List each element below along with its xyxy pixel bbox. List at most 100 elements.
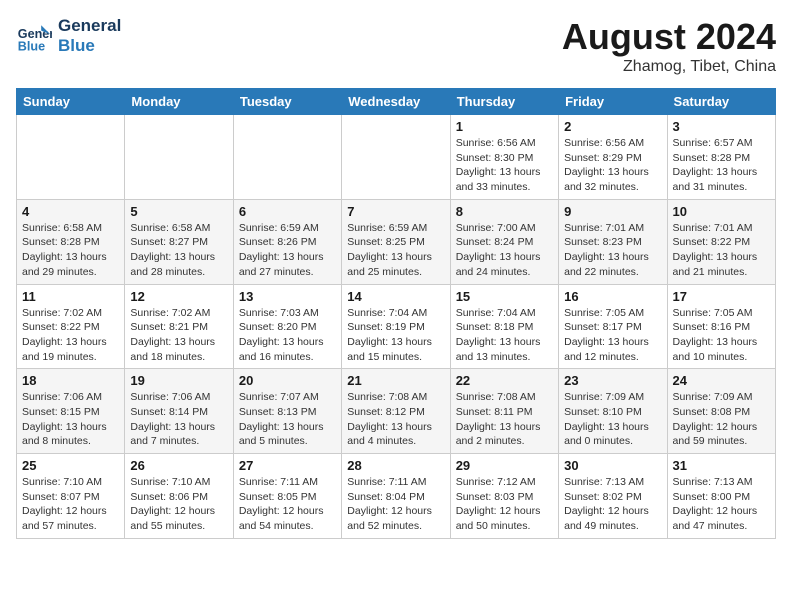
day-cell: 30 Sunrise: 7:13 AM Sunset: 8:02 PM Dayli… (559, 454, 667, 539)
day-detail: Sunrise: 7:08 AM Sunset: 8:11 PM Dayligh… (456, 390, 553, 449)
day-number: 14 (347, 289, 444, 304)
day-detail: Sunrise: 7:09 AM Sunset: 8:10 PM Dayligh… (564, 390, 661, 449)
day-cell: 31 Sunrise: 7:13 AM Sunset: 8:00 PM Dayli… (667, 454, 775, 539)
day-detail: Sunrise: 7:01 AM Sunset: 8:22 PM Dayligh… (673, 221, 770, 280)
day-cell: 19Sunrise: 7:06 AM Sunset: 8:14 PM Dayli… (125, 369, 233, 454)
day-detail: Sunrise: 7:05 AM Sunset: 8:16 PM Dayligh… (673, 306, 770, 365)
day-cell: 27Sunrise: 7:11 AM Sunset: 8:05 PM Dayli… (233, 454, 341, 539)
day-number: 23 (564, 373, 661, 388)
day-number: 16 (564, 289, 661, 304)
month-year-title: August 2024 (562, 16, 776, 58)
day-detail: Sunrise: 7:07 AM Sunset: 8:13 PM Dayligh… (239, 390, 336, 449)
day-number: 3 (673, 119, 770, 134)
header-thursday: Thursday (450, 89, 558, 115)
day-cell: 1 Sunrise: 6:56 AM Sunset: 8:30 PM Daylig… (450, 115, 558, 200)
day-cell: 2Sunrise: 6:56 AM Sunset: 8:29 PM Daylig… (559, 115, 667, 200)
day-cell: 26 Sunrise: 7:10 AM Sunset: 8:06 PM Dayli… (125, 454, 233, 539)
calendar-table: SundayMondayTuesdayWednesdayThursdayFrid… (16, 88, 776, 539)
day-cell: 4 Sunrise: 6:58 AM Sunset: 8:28 PM Daylig… (17, 199, 125, 284)
day-number: 2 (564, 119, 661, 134)
day-cell: 21Sunrise: 7:08 AM Sunset: 8:12 PM Dayli… (342, 369, 450, 454)
logo-blue: Blue (58, 36, 121, 56)
location-subtitle: Zhamog, Tibet, China (562, 58, 776, 76)
day-cell: 24 Sunrise: 7:09 AM Sunset: 8:08 PM Dayli… (667, 369, 775, 454)
day-number: 30 (564, 458, 661, 473)
day-number: 9 (564, 204, 661, 219)
day-number: 29 (456, 458, 553, 473)
day-number: 12 (130, 289, 227, 304)
day-cell: 14Sunrise: 7:04 AM Sunset: 8:19 PM Dayli… (342, 284, 450, 369)
day-cell: 28 Sunrise: 7:11 AM Sunset: 8:04 PM Dayli… (342, 454, 450, 539)
day-detail: Sunrise: 7:11 AM Sunset: 8:04 PM Dayligh… (347, 475, 444, 534)
logo-icon: General Blue (16, 18, 52, 54)
day-detail: Sunrise: 7:00 AM Sunset: 8:24 PM Dayligh… (456, 221, 553, 280)
week-row-3: 11Sunrise: 7:02 AM Sunset: 8:22 PM Dayli… (17, 284, 776, 369)
day-number: 8 (456, 204, 553, 219)
day-cell: 3 Sunrise: 6:57 AM Sunset: 8:28 PM Daylig… (667, 115, 775, 200)
day-number: 1 (456, 119, 553, 134)
day-detail: Sunrise: 7:09 AM Sunset: 8:08 PM Dayligh… (673, 390, 770, 449)
day-detail: Sunrise: 7:03 AM Sunset: 8:20 PM Dayligh… (239, 306, 336, 365)
day-cell (125, 115, 233, 200)
day-detail: Sunrise: 7:12 AM Sunset: 8:03 PM Dayligh… (456, 475, 553, 534)
week-row-4: 18 Sunrise: 7:06 AM Sunset: 8:15 PM Dayli… (17, 369, 776, 454)
day-cell: 11Sunrise: 7:02 AM Sunset: 8:22 PM Dayli… (17, 284, 125, 369)
day-cell: 22 Sunrise: 7:08 AM Sunset: 8:11 PM Dayli… (450, 369, 558, 454)
day-cell: 20 Sunrise: 7:07 AM Sunset: 8:13 PM Dayli… (233, 369, 341, 454)
page-header: General Blue General Blue August 2024 Zh… (16, 16, 776, 76)
day-number: 18 (22, 373, 119, 388)
day-number: 26 (130, 458, 227, 473)
day-number: 11 (22, 289, 119, 304)
header-sunday: Sunday (17, 89, 125, 115)
day-cell (233, 115, 341, 200)
day-number: 10 (673, 204, 770, 219)
day-cell: 12Sunrise: 7:02 AM Sunset: 8:21 PM Dayli… (125, 284, 233, 369)
day-detail: Sunrise: 6:59 AM Sunset: 8:26 PM Dayligh… (239, 221, 336, 280)
logo: General Blue General Blue (16, 16, 121, 57)
day-number: 5 (130, 204, 227, 219)
day-number: 17 (673, 289, 770, 304)
day-detail: Sunrise: 7:06 AM Sunset: 8:14 PM Dayligh… (130, 390, 227, 449)
calendar-header-row: SundayMondayTuesdayWednesdayThursdayFrid… (17, 89, 776, 115)
day-detail: Sunrise: 6:58 AM Sunset: 8:27 PM Dayligh… (130, 221, 227, 280)
week-row-1: 1 Sunrise: 6:56 AM Sunset: 8:30 PM Daylig… (17, 115, 776, 200)
day-number: 15 (456, 289, 553, 304)
day-number: 21 (347, 373, 444, 388)
day-detail: Sunrise: 7:13 AM Sunset: 8:00 PM Dayligh… (673, 475, 770, 534)
day-number: 31 (673, 458, 770, 473)
header-saturday: Saturday (667, 89, 775, 115)
day-detail: Sunrise: 7:06 AM Sunset: 8:15 PM Dayligh… (22, 390, 119, 449)
day-cell: 6 Sunrise: 6:59 AM Sunset: 8:26 PM Daylig… (233, 199, 341, 284)
day-number: 7 (347, 204, 444, 219)
day-cell: 8 Sunrise: 7:00 AM Sunset: 8:24 PM Daylig… (450, 199, 558, 284)
day-number: 20 (239, 373, 336, 388)
day-cell: 29 Sunrise: 7:12 AM Sunset: 8:03 PM Dayli… (450, 454, 558, 539)
day-detail: Sunrise: 6:58 AM Sunset: 8:28 PM Dayligh… (22, 221, 119, 280)
day-cell: 25Sunrise: 7:10 AM Sunset: 8:07 PM Dayli… (17, 454, 125, 539)
day-detail: Sunrise: 7:13 AM Sunset: 8:02 PM Dayligh… (564, 475, 661, 534)
day-detail: Sunrise: 7:10 AM Sunset: 8:06 PM Dayligh… (130, 475, 227, 534)
day-cell: 10 Sunrise: 7:01 AM Sunset: 8:22 PM Dayli… (667, 199, 775, 284)
day-number: 4 (22, 204, 119, 219)
day-cell (342, 115, 450, 200)
day-cell: 5 Sunrise: 6:58 AM Sunset: 8:27 PM Daylig… (125, 199, 233, 284)
day-number: 28 (347, 458, 444, 473)
day-number: 13 (239, 289, 336, 304)
title-block: August 2024 Zhamog, Tibet, China (562, 16, 776, 76)
day-detail: Sunrise: 7:04 AM Sunset: 8:18 PM Dayligh… (456, 306, 553, 365)
day-detail: Sunrise: 6:57 AM Sunset: 8:28 PM Dayligh… (673, 136, 770, 195)
day-number: 6 (239, 204, 336, 219)
day-cell: 18 Sunrise: 7:06 AM Sunset: 8:15 PM Dayli… (17, 369, 125, 454)
day-cell: 7Sunrise: 6:59 AM Sunset: 8:25 PM Daylig… (342, 199, 450, 284)
day-number: 27 (239, 458, 336, 473)
day-cell: 17 Sunrise: 7:05 AM Sunset: 8:16 PM Dayli… (667, 284, 775, 369)
day-number: 22 (456, 373, 553, 388)
day-cell: 13 Sunrise: 7:03 AM Sunset: 8:20 PM Dayli… (233, 284, 341, 369)
day-number: 24 (673, 373, 770, 388)
day-cell (17, 115, 125, 200)
svg-text:Blue: Blue (18, 40, 45, 54)
day-detail: Sunrise: 6:56 AM Sunset: 8:30 PM Dayligh… (456, 136, 553, 195)
day-cell: 16Sunrise: 7:05 AM Sunset: 8:17 PM Dayli… (559, 284, 667, 369)
week-row-5: 25Sunrise: 7:10 AM Sunset: 8:07 PM Dayli… (17, 454, 776, 539)
header-friday: Friday (559, 89, 667, 115)
